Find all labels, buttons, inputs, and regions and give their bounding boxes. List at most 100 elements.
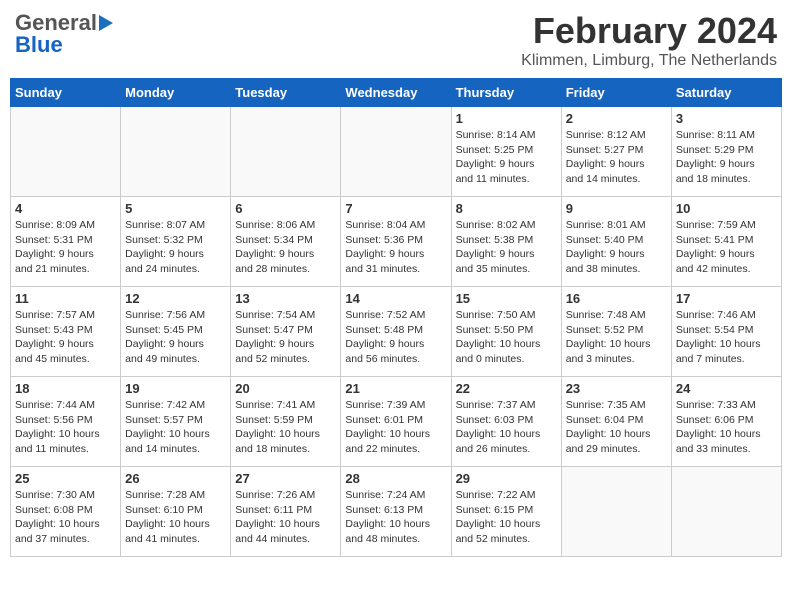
day-number: 2 [566, 111, 667, 126]
day-info: Sunrise: 7:59 AM Sunset: 5:41 PM Dayligh… [676, 218, 777, 277]
day-info: Sunrise: 7:52 AM Sunset: 5:48 PM Dayligh… [345, 308, 446, 367]
day-number: 25 [15, 471, 116, 486]
calendar-cell: 28 Sunrise: 7:24 AM Sunset: 6:13 PM Dayli… [341, 467, 451, 557]
calendar-cell: 8Sunrise: 8:02 AM Sunset: 5:38 PM Daylig… [451, 197, 561, 287]
day-number: 19 [125, 381, 226, 396]
day-number: 24 [676, 381, 777, 396]
calendar-cell: 4 Sunrise: 8:09 AM Sunset: 5:31 PM Daylig… [11, 197, 121, 287]
calendar-cell: 10 Sunrise: 7:59 AM Sunset: 5:41 PM Dayli… [671, 197, 781, 287]
day-info: Sunrise: 8:06 AM Sunset: 5:34 PM Dayligh… [235, 218, 336, 277]
week-row-4: 18Sunrise: 7:44 AM Sunset: 5:56 PM Dayli… [11, 377, 782, 467]
day-number: 8 [456, 201, 557, 216]
weekday-header-monday: Monday [121, 79, 231, 107]
calendar-cell [341, 107, 451, 197]
day-info: Sunrise: 7:46 AM Sunset: 5:54 PM Dayligh… [676, 308, 777, 367]
location: Klimmen, Limburg, The Netherlands [521, 52, 777, 70]
day-number: 12 [125, 291, 226, 306]
day-number: 16 [566, 291, 667, 306]
calendar-cell: 11 Sunrise: 7:57 AM Sunset: 5:43 PM Dayli… [11, 287, 121, 377]
day-info: Sunrise: 7:24 AM Sunset: 6:13 PM Dayligh… [345, 488, 446, 547]
weekday-header-row: SundayMondayTuesdayWednesdayThursdayFrid… [11, 79, 782, 107]
day-info: Sunrise: 7:44 AM Sunset: 5:56 PM Dayligh… [15, 398, 116, 457]
day-number: 20 [235, 381, 336, 396]
week-row-1: 1 Sunrise: 8:14 AM Sunset: 5:25 PM Daylig… [11, 107, 782, 197]
day-info: Sunrise: 7:57 AM Sunset: 5:43 PM Dayligh… [15, 308, 116, 367]
day-number: 15 [456, 291, 557, 306]
day-info: Sunrise: 7:28 AM Sunset: 6:10 PM Dayligh… [125, 488, 226, 547]
calendar-cell: 15Sunrise: 7:50 AM Sunset: 5:50 PM Dayli… [451, 287, 561, 377]
day-info: Sunrise: 8:14 AM Sunset: 5:25 PM Dayligh… [456, 128, 557, 187]
calendar-cell: 16 Sunrise: 7:48 AM Sunset: 5:52 PM Dayli… [561, 287, 671, 377]
day-number: 7 [345, 201, 446, 216]
day-number: 22 [456, 381, 557, 396]
calendar-cell: 14 Sunrise: 7:52 AM Sunset: 5:48 PM Dayli… [341, 287, 451, 377]
calendar-cell: 22 Sunrise: 7:37 AM Sunset: 6:03 PM Dayli… [451, 377, 561, 467]
calendar-cell: 29 Sunrise: 7:22 AM Sunset: 6:15 PM Dayli… [451, 467, 561, 557]
calendar-cell: 13 Sunrise: 7:54 AM Sunset: 5:47 PM Dayli… [231, 287, 341, 377]
day-number: 10 [676, 201, 777, 216]
calendar-cell: 19Sunrise: 7:42 AM Sunset: 5:57 PM Dayli… [121, 377, 231, 467]
calendar-cell: 9 Sunrise: 8:01 AM Sunset: 5:40 PM Daylig… [561, 197, 671, 287]
day-info: Sunrise: 7:30 AM Sunset: 6:08 PM Dayligh… [15, 488, 116, 547]
day-number: 4 [15, 201, 116, 216]
calendar-cell [561, 467, 671, 557]
weekday-header-thursday: Thursday [451, 79, 561, 107]
day-info: Sunrise: 7:22 AM Sunset: 6:15 PM Dayligh… [456, 488, 557, 547]
day-info: Sunrise: 7:37 AM Sunset: 6:03 PM Dayligh… [456, 398, 557, 457]
calendar-cell [671, 467, 781, 557]
day-number: 23 [566, 381, 667, 396]
calendar-cell: 3 Sunrise: 8:11 AM Sunset: 5:29 PM Daylig… [671, 107, 781, 197]
day-number: 17 [676, 291, 777, 306]
day-info: Sunrise: 8:04 AM Sunset: 5:36 PM Dayligh… [345, 218, 446, 277]
day-number: 29 [456, 471, 557, 486]
day-number: 9 [566, 201, 667, 216]
calendar-cell: 23 Sunrise: 7:35 AM Sunset: 6:04 PM Dayli… [561, 377, 671, 467]
day-number: 1 [456, 111, 557, 126]
calendar-cell: 20 Sunrise: 7:41 AM Sunset: 5:59 PM Dayli… [231, 377, 341, 467]
weekday-header-wednesday: Wednesday [341, 79, 451, 107]
day-info: Sunrise: 7:33 AM Sunset: 6:06 PM Dayligh… [676, 398, 777, 457]
day-info: Sunrise: 7:54 AM Sunset: 5:47 PM Dayligh… [235, 308, 336, 367]
calendar-cell: 26Sunrise: 7:28 AM Sunset: 6:10 PM Dayli… [121, 467, 231, 557]
day-info: Sunrise: 7:35 AM Sunset: 6:04 PM Dayligh… [566, 398, 667, 457]
day-number: 5 [125, 201, 226, 216]
month-year: February 2024 [521, 10, 777, 52]
calendar-cell: 25 Sunrise: 7:30 AM Sunset: 6:08 PM Dayli… [11, 467, 121, 557]
day-info: Sunrise: 8:07 AM Sunset: 5:32 PM Dayligh… [125, 218, 226, 277]
day-number: 28 [345, 471, 446, 486]
weekday-header-tuesday: Tuesday [231, 79, 341, 107]
calendar-cell: 1 Sunrise: 8:14 AM Sunset: 5:25 PM Daylig… [451, 107, 561, 197]
week-row-5: 25 Sunrise: 7:30 AM Sunset: 6:08 PM Dayli… [11, 467, 782, 557]
day-info: Sunrise: 7:39 AM Sunset: 6:01 PM Dayligh… [345, 398, 446, 457]
day-number: 3 [676, 111, 777, 126]
day-info: Sunrise: 7:48 AM Sunset: 5:52 PM Dayligh… [566, 308, 667, 367]
calendar-cell [121, 107, 231, 197]
day-info: Sunrise: 8:12 AM Sunset: 5:27 PM Dayligh… [566, 128, 667, 187]
calendar-cell: 5 Sunrise: 8:07 AM Sunset: 5:32 PM Daylig… [121, 197, 231, 287]
day-info: Sunrise: 8:01 AM Sunset: 5:40 PM Dayligh… [566, 218, 667, 277]
day-info: Sunrise: 8:09 AM Sunset: 5:31 PM Dayligh… [15, 218, 116, 277]
day-info: Sunrise: 7:41 AM Sunset: 5:59 PM Dayligh… [235, 398, 336, 457]
logo: General Blue [15, 10, 115, 58]
calendar-cell: 21 Sunrise: 7:39 AM Sunset: 6:01 PM Dayli… [341, 377, 451, 467]
day-number: 21 [345, 381, 446, 396]
day-number: 14 [345, 291, 446, 306]
calendar-cell: 18Sunrise: 7:44 AM Sunset: 5:56 PM Dayli… [11, 377, 121, 467]
calendar-cell: 24 Sunrise: 7:33 AM Sunset: 6:06 PM Dayli… [671, 377, 781, 467]
week-row-3: 11 Sunrise: 7:57 AM Sunset: 5:43 PM Dayli… [11, 287, 782, 377]
calendar-table: SundayMondayTuesdayWednesdayThursdayFrid… [10, 78, 782, 557]
day-info: Sunrise: 7:56 AM Sunset: 5:45 PM Dayligh… [125, 308, 226, 367]
calendar-cell: 6 Sunrise: 8:06 AM Sunset: 5:34 PM Daylig… [231, 197, 341, 287]
weekday-header-saturday: Saturday [671, 79, 781, 107]
title-area: February 2024 Klimmen, Limburg, The Neth… [521, 10, 777, 70]
day-number: 6 [235, 201, 336, 216]
day-number: 11 [15, 291, 116, 306]
week-row-2: 4 Sunrise: 8:09 AM Sunset: 5:31 PM Daylig… [11, 197, 782, 287]
calendar-cell: 17 Sunrise: 7:46 AM Sunset: 5:54 PM Dayli… [671, 287, 781, 377]
calendar-cell: 7 Sunrise: 8:04 AM Sunset: 5:36 PM Daylig… [341, 197, 451, 287]
page-header: General Blue February 2024 Klimmen, Limb… [10, 10, 782, 70]
day-info: Sunrise: 8:11 AM Sunset: 5:29 PM Dayligh… [676, 128, 777, 187]
calendar-cell: 2 Sunrise: 8:12 AM Sunset: 5:27 PM Daylig… [561, 107, 671, 197]
calendar-cell [11, 107, 121, 197]
day-number: 13 [235, 291, 336, 306]
